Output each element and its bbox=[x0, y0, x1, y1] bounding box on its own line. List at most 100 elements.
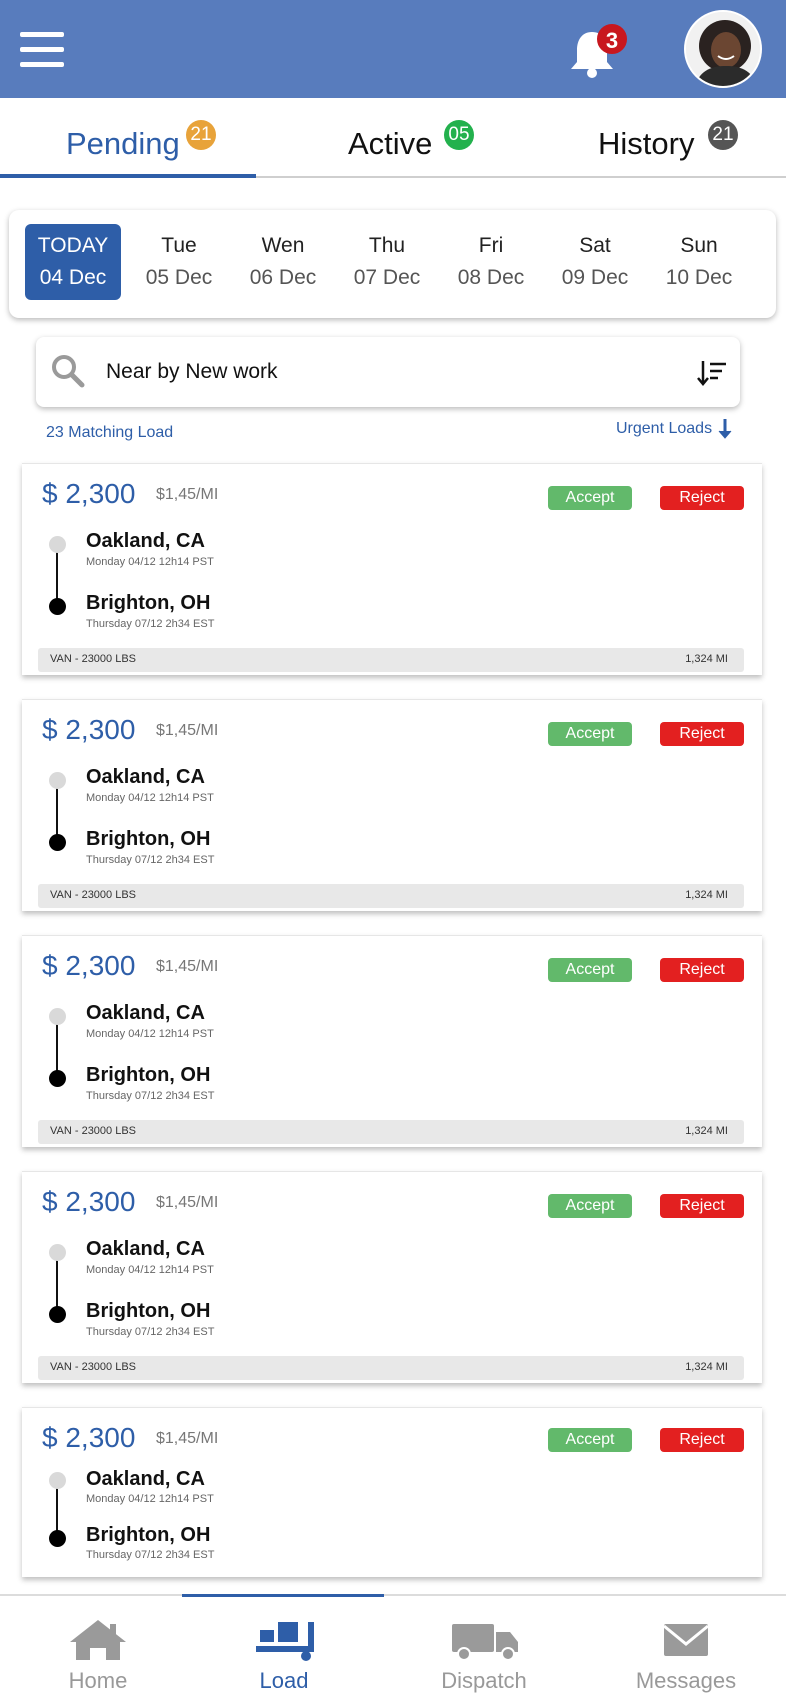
load-card[interactable]: $ 2,300 $1,45/MI Accept Reject Oakland, … bbox=[22, 935, 762, 1147]
destination-dot-icon bbox=[49, 1530, 66, 1547]
destination-city: Brighton, OH bbox=[86, 1064, 211, 1086]
date-day: 07 Dec bbox=[353, 266, 421, 289]
load-rate: $1,45/MI bbox=[156, 1194, 219, 1211]
accept-button[interactable]: Accept bbox=[548, 486, 632, 510]
destination-time: Thursday 07/12 2h34 EST bbox=[86, 854, 215, 866]
origin-city: Oakland, CA bbox=[86, 530, 205, 552]
tab-badge: 21 bbox=[186, 120, 216, 150]
accept-button[interactable]: Accept bbox=[548, 722, 632, 746]
tab-label: Pending bbox=[66, 126, 180, 161]
matching-count: 23 Matching Load bbox=[46, 424, 174, 441]
date-item[interactable]: Thu 07 Dec bbox=[339, 224, 435, 300]
origin-dot-icon bbox=[49, 1008, 66, 1025]
date-today[interactable]: TODAY 04 Dec bbox=[25, 224, 121, 300]
reject-button[interactable]: Reject bbox=[660, 1194, 744, 1218]
equipment-weight: VAN - 23000 LBS bbox=[50, 889, 137, 901]
load-price: $ 2,300 bbox=[42, 950, 136, 981]
nav-label: Dispatch bbox=[441, 1668, 527, 1693]
load-rate: $1,45/MI bbox=[156, 958, 219, 975]
load-details-bar: VAN - 23000 LBS 1,324 MI bbox=[38, 1120, 744, 1144]
origin-city: Oakland, CA bbox=[86, 766, 205, 788]
load-card[interactable]: $ 2,300 $1,45/MI Accept Reject Oakland, … bbox=[22, 463, 762, 675]
reject-button[interactable]: Reject bbox=[660, 722, 744, 746]
urgent-loads-link[interactable]: Urgent Loads bbox=[616, 420, 712, 438]
load-rate: $1,45/MI bbox=[156, 1430, 219, 1447]
accept-button[interactable]: Accept bbox=[548, 1194, 632, 1218]
destination-city: Brighton, OH bbox=[86, 1300, 211, 1322]
search-input[interactable] bbox=[106, 355, 646, 389]
origin-dot-icon bbox=[49, 1244, 66, 1261]
tab-pending[interactable]: Pending 21 bbox=[0, 98, 256, 178]
origin-time: Monday 04/12 12h14 PST bbox=[86, 556, 214, 568]
destination-city: Brighton, OH bbox=[86, 1524, 211, 1546]
date-item[interactable]: Sun 10 Dec bbox=[651, 224, 747, 300]
load-price: $ 2,300 bbox=[42, 1186, 136, 1217]
destination-city: Brighton, OH bbox=[86, 592, 211, 614]
origin-city: Oakland, CA bbox=[86, 1468, 205, 1490]
date-weekday: Sun bbox=[680, 234, 718, 257]
distance: 1,324 MI bbox=[685, 1125, 728, 1137]
search-icon bbox=[52, 355, 85, 388]
home-icon bbox=[70, 1620, 126, 1660]
load-details-bar: VAN - 23000 LBS 1,324 MI bbox=[38, 884, 744, 908]
equipment-weight: VAN - 23000 LBS bbox=[50, 1125, 137, 1137]
load-rate: $1,45/MI bbox=[156, 486, 219, 503]
reject-button[interactable]: Reject bbox=[660, 958, 744, 982]
date-item[interactable]: Fri 08 Dec bbox=[443, 224, 539, 300]
date-weekday: Tue bbox=[161, 234, 197, 257]
nav-dispatch[interactable]: Dispatch bbox=[386, 1596, 582, 1704]
destination-dot-icon bbox=[49, 1070, 66, 1087]
load-card[interactable]: $ 2,300 $1,45/MI Accept Reject Oakland, … bbox=[22, 1407, 762, 1577]
distance: 1,324 MI bbox=[685, 889, 728, 901]
load-card[interactable]: $ 2,300 $1,45/MI Accept Reject Oakland, … bbox=[22, 1171, 762, 1383]
accept-button[interactable]: Accept bbox=[548, 958, 632, 982]
equipment-weight: VAN - 23000 LBS bbox=[50, 1361, 137, 1373]
reject-button[interactable]: Reject bbox=[660, 1428, 744, 1452]
origin-dot-icon bbox=[49, 772, 66, 789]
origin-time: Monday 04/12 12h14 PST bbox=[86, 1264, 214, 1276]
date-item[interactable]: Sat 09 Dec bbox=[547, 224, 643, 300]
distance: 1,324 MI bbox=[685, 1361, 728, 1373]
destination-time: Thursday 07/12 2h34 EST bbox=[86, 1326, 215, 1338]
date-day: 05 Dec bbox=[145, 266, 213, 289]
avatar[interactable] bbox=[684, 10, 762, 88]
tab-history[interactable]: History 21 bbox=[520, 98, 786, 178]
date-weekday: TODAY bbox=[37, 234, 109, 257]
truck-icon bbox=[452, 1624, 518, 1661]
date-item[interactable]: Tue 05 Dec bbox=[131, 224, 227, 300]
date-day: 08 Dec bbox=[457, 266, 525, 289]
load-details-bar: VAN - 23000 LBS 1,324 MI bbox=[38, 648, 744, 672]
nav-label: Home bbox=[68, 1668, 128, 1693]
load-rate: $1,45/MI bbox=[156, 722, 219, 739]
origin-city: Oakland, CA bbox=[86, 1002, 205, 1024]
destination-city: Brighton, OH bbox=[86, 828, 211, 850]
nav-load[interactable]: Load bbox=[186, 1596, 382, 1704]
load-price: $ 2,300 bbox=[42, 1422, 136, 1453]
nav-home[interactable]: Home bbox=[0, 1596, 196, 1704]
tab-active-indicator bbox=[0, 174, 256, 178]
status-tabs: Pending 21 Active 05 History 21 bbox=[0, 98, 786, 178]
load-price: $ 2,300 bbox=[42, 478, 136, 509]
load-price: $ 2,300 bbox=[42, 714, 136, 745]
tab-badge: 05 bbox=[444, 120, 474, 150]
nav-messages[interactable]: Messages bbox=[588, 1596, 784, 1704]
tab-label: Active bbox=[348, 126, 433, 161]
date-day: 10 Dec bbox=[665, 266, 733, 289]
tab-label: History bbox=[598, 126, 695, 161]
tab-active[interactable]: Active 05 bbox=[256, 98, 520, 178]
load-card[interactable]: $ 2,300 $1,45/MI Accept Reject Oakland, … bbox=[22, 699, 762, 911]
app-header: 3 bbox=[0, 0, 786, 98]
date-weekday: Wen bbox=[261, 234, 305, 257]
menu-icon[interactable] bbox=[20, 32, 64, 68]
arrow-down-icon[interactable] bbox=[718, 418, 732, 440]
date-weekday: Sat bbox=[579, 234, 611, 257]
search-bar bbox=[36, 337, 740, 407]
sort-icon[interactable] bbox=[696, 357, 728, 389]
date-weekday: Thu bbox=[368, 234, 406, 257]
origin-dot-icon bbox=[49, 536, 66, 553]
accept-button[interactable]: Accept bbox=[548, 1428, 632, 1452]
destination-time: Thursday 07/12 2h34 EST bbox=[86, 1090, 215, 1102]
date-item[interactable]: Wen 06 Dec bbox=[235, 224, 331, 300]
reject-button[interactable]: Reject bbox=[660, 486, 744, 510]
origin-city: Oakland, CA bbox=[86, 1238, 205, 1260]
